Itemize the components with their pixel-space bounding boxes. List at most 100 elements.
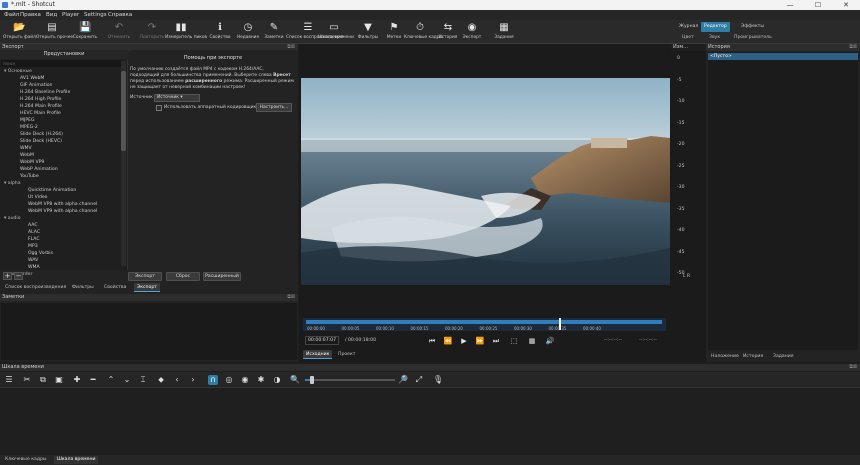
jobs-button[interactable]: ▦ Задания	[488, 22, 520, 43]
prev-marker-icon[interactable]: ‹	[172, 375, 182, 385]
preset-item[interactable]: AAC	[28, 222, 38, 229]
preset-item[interactable]: FLAC	[28, 236, 40, 243]
preset-item[interactable]: YouTube	[20, 173, 39, 180]
layout-effects[interactable]: Эффекты	[738, 22, 767, 32]
preset-item[interactable]: WAV	[28, 257, 38, 264]
preset-item[interactable]: WMA	[28, 264, 40, 271]
export-button[interactable]: ◉ Экспорт	[456, 22, 488, 43]
reset-button[interactable]: Сброс	[166, 272, 200, 281]
save-button[interactable]: 💾 Сохранить	[69, 22, 101, 43]
tab-properties[interactable]: Свойства	[101, 283, 129, 292]
split-icon[interactable]: ⌶	[138, 375, 148, 385]
presets-scrollbar[interactable]	[121, 61, 126, 266]
append-icon[interactable]: ✚	[72, 375, 82, 385]
tab-history[interactable]: История	[740, 352, 766, 361]
preset-item[interactable]: H.264 High Profile	[20, 96, 61, 103]
zoom-fit-icon[interactable]: ⤢	[414, 375, 424, 385]
preset-category[interactable]: ▾ audio	[4, 215, 21, 222]
snap-icon[interactable]: ∩	[208, 375, 218, 385]
video-frame[interactable]	[301, 78, 670, 285]
preset-item[interactable]: WebM VP8 with alpha channel	[28, 201, 97, 208]
preset-item[interactable]: WebP Animation	[20, 166, 58, 173]
panel-float-icon[interactable]: ⧉⊠	[287, 294, 295, 301]
advanced-button[interactable]: Расширенный	[203, 272, 241, 281]
layout-player[interactable]: Проигрыватель	[734, 33, 772, 42]
zoom-select-icon[interactable]: ⬚	[509, 336, 519, 346]
redo-button[interactable]: ↷ Повторить	[136, 22, 168, 43]
skip-next-icon[interactable]: ⏭	[491, 336, 501, 346]
preset-item[interactable]: MJPEG	[20, 117, 35, 124]
preset-item[interactable]: H.264 Baseline Profile	[20, 89, 70, 96]
panel-float-icon[interactable]: ⧉⊠	[849, 44, 857, 51]
fast-forward-icon[interactable]: ⏩	[475, 336, 485, 346]
menu-help[interactable]: Справка	[108, 11, 132, 19]
next-marker-icon[interactable]: ›	[188, 375, 198, 385]
menu-icon[interactable]: ☰	[4, 375, 14, 385]
rewind-icon[interactable]: ⏪	[443, 336, 453, 346]
marker-icon[interactable]: ⬥	[156, 375, 166, 385]
layout-logging[interactable]: Журнал	[676, 22, 701, 32]
layout-color[interactable]: Цвет	[682, 33, 694, 42]
preset-item[interactable]: MP3	[28, 243, 38, 250]
ripple-icon[interactable]: ◉	[240, 375, 250, 385]
preset-item[interactable]: WebM VP9	[20, 159, 44, 166]
scrollbar-thumb[interactable]	[121, 71, 126, 151]
preset-item[interactable]: Ut Video	[28, 194, 48, 201]
history-item[interactable]: <Пусто>	[708, 53, 858, 60]
menu-edit[interactable]: Правка	[20, 11, 41, 19]
tab-project[interactable]: Проект	[335, 350, 358, 359]
menu-view[interactable]: Вид	[46, 11, 57, 19]
cut-icon[interactable]: ✂	[22, 375, 32, 385]
maximize-button[interactable]: ☐	[804, 0, 832, 10]
tab-playlist[interactable]: Список воспроизведения	[2, 283, 69, 292]
tab-export[interactable]: Экспорт	[134, 283, 160, 292]
tab-filters[interactable]: Фильтры	[69, 283, 97, 292]
preset-item[interactable]: WebM	[20, 152, 34, 159]
menu-file[interactable]: Файл	[4, 11, 19, 19]
menu-player[interactable]: Player	[62, 11, 79, 19]
preset-item[interactable]: H.264 Main Profile	[20, 103, 62, 110]
skip-previous-icon[interactable]: ⏮	[427, 336, 437, 346]
position-timecode[interactable]: 00:00:07:07	[305, 336, 339, 345]
notes-textarea[interactable]	[1, 303, 297, 360]
panel-float-icon[interactable]: ⧉⊠	[849, 364, 857, 371]
source-select[interactable]: Источник ▾	[154, 94, 200, 102]
preset-item[interactable]: AV1 WebM	[20, 75, 44, 82]
zoom-in-icon[interactable]: 🔎	[398, 375, 408, 385]
preset-item[interactable]: WebM VP9 with alpha channel	[28, 208, 97, 215]
minimize-button[interactable]: —	[776, 0, 804, 10]
preset-item[interactable]: Slide Deck (HEVC)	[20, 138, 62, 145]
add-preset-button[interactable]: +	[3, 272, 12, 280]
tab-source[interactable]: Исходник	[303, 350, 333, 359]
preset-category[interactable]: ▾ alpha	[4, 180, 21, 187]
configure-button[interactable]: Настроить...	[256, 103, 292, 112]
copy-icon[interactable]: ⧉	[38, 375, 48, 385]
remove-icon[interactable]: ━	[88, 375, 98, 385]
export-file-button[interactable]: Экспорт	[128, 272, 162, 281]
paste-icon[interactable]: ▣	[54, 375, 64, 385]
scrub-icon[interactable]: ◎	[224, 375, 234, 385]
scrub-bar[interactable]: 00:00:00 00:00:05 00:00:10 00:00:15 00:00:20…	[303, 318, 666, 331]
play-icon[interactable]: ▶	[459, 336, 469, 346]
preset-item[interactable]: Ogg Vorbis	[28, 250, 53, 257]
zoom-slider-track[interactable]	[305, 379, 395, 381]
preset-item[interactable]: MPEG-2	[20, 124, 38, 131]
preset-item[interactable]: Slide Deck (H.264)	[20, 131, 63, 138]
grid-icon[interactable]: ▦	[527, 336, 537, 346]
overwrite-icon[interactable]: ⌄	[122, 375, 132, 385]
peak-meter-button[interactable]: ▮▮ Измеритель пиков	[165, 22, 207, 43]
hardware-encoder-checkbox[interactable]	[156, 105, 162, 111]
record-audio-icon[interactable]: 🎙	[433, 375, 443, 385]
menu-settings[interactable]: Settings	[84, 11, 107, 19]
zoom-slider-handle[interactable]	[310, 376, 315, 384]
tab-jobs[interactable]: Задания	[770, 352, 797, 361]
layout-editing[interactable]: Редактор	[701, 22, 730, 32]
undo-button[interactable]: ↶ Отменить	[103, 22, 135, 43]
preset-item[interactable]: GIF Animation	[20, 82, 52, 89]
close-button[interactable]: ✕	[832, 0, 860, 10]
remove-preset-button[interactable]: −	[14, 272, 23, 280]
folder-open-button[interactable]: 📂 Открыть файл	[3, 22, 36, 43]
open-other-button[interactable]: ▤ Открыть прочее	[36, 22, 73, 43]
lift-icon[interactable]: ⌃	[106, 375, 116, 385]
tab-keyframes[interactable]: Ключевые кадры	[2, 456, 50, 464]
